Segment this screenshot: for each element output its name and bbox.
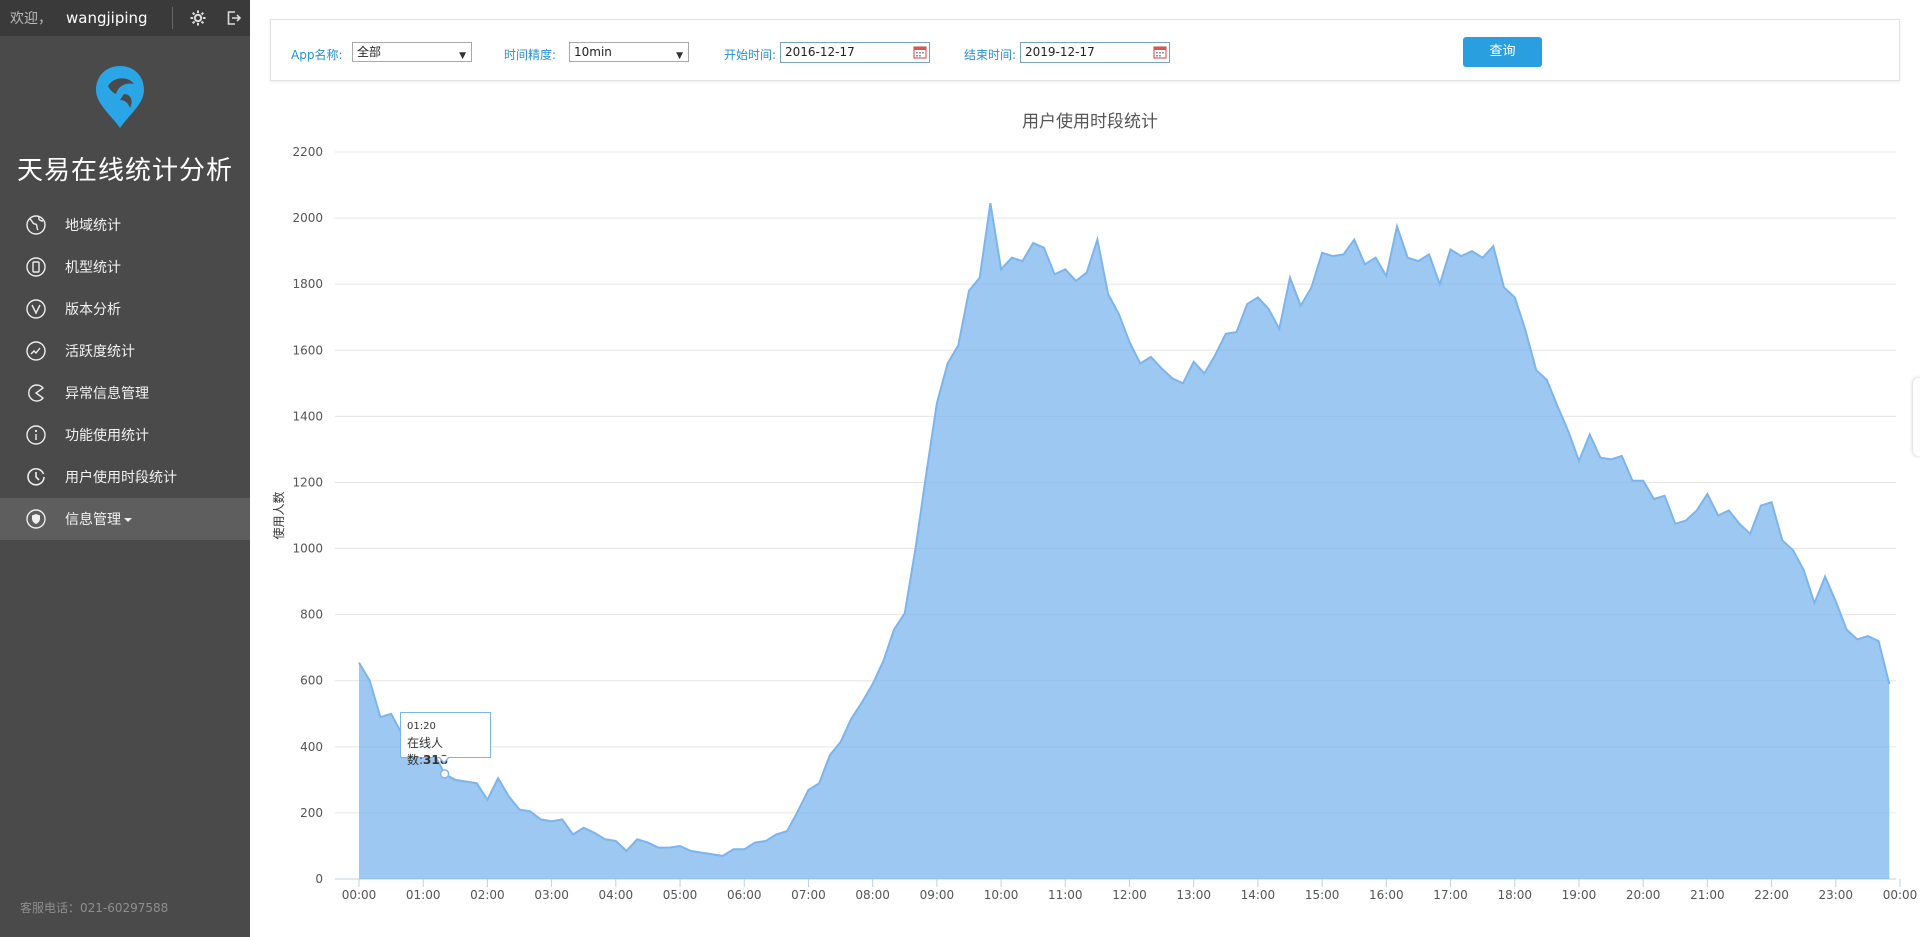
x-tick-label: 09:00 xyxy=(920,888,955,902)
x-tick-label: 00:00 xyxy=(1883,888,1918,902)
x-tick-label: 04:00 xyxy=(599,888,634,902)
x-tick-label: 01:00 xyxy=(406,888,441,902)
x-tick-label: 07:00 xyxy=(791,888,826,902)
y-tick-label: 0 xyxy=(315,872,323,886)
x-tick-label: 05:00 xyxy=(663,888,698,902)
x-tick-label: 14:00 xyxy=(1241,888,1276,902)
x-tick-label: 23:00 xyxy=(1818,888,1853,902)
y-tick-label: 400 xyxy=(300,740,323,754)
x-tick-label: 12:00 xyxy=(1112,888,1147,902)
x-tick-label: 16:00 xyxy=(1369,888,1404,902)
x-tick-label: 20:00 xyxy=(1626,888,1661,902)
usage-area-chart: 0 200 400 600 800 1000 1200 1400 1600 1800 2000 220… xyxy=(271,145,1918,902)
x-tick-label: 02:00 xyxy=(470,888,505,902)
y-tick-label: 600 xyxy=(300,674,323,688)
y-tick-label: 800 xyxy=(300,608,323,622)
y-tick-label: 1600 xyxy=(292,343,323,357)
x-tick-label: 11:00 xyxy=(1048,888,1083,902)
x-tick-label: 22:00 xyxy=(1754,888,1789,902)
y-tick-label: 1000 xyxy=(292,542,323,556)
y-tick-label: 1200 xyxy=(292,475,323,489)
x-tick-label: 19:00 xyxy=(1562,888,1597,902)
y-axis-label: 使用人数 xyxy=(271,491,286,539)
tooltip-time: 01:20 xyxy=(407,721,436,732)
x-tick-label: 00:00 xyxy=(342,888,377,902)
y-tick-label: 1400 xyxy=(292,409,323,423)
tooltip-pointer-inner xyxy=(439,756,449,762)
y-tick-label: 200 xyxy=(300,806,323,820)
y-tick-label: 2200 xyxy=(292,145,323,159)
y-tick-label: 2000 xyxy=(292,211,323,225)
x-tick-label: 13:00 xyxy=(1176,888,1211,902)
y-tick-label: 1800 xyxy=(292,277,323,291)
series-area xyxy=(359,203,1890,879)
x-tick-label: 18:00 xyxy=(1497,888,1532,902)
chart-tooltip: 01:20 在线人数:318 xyxy=(400,712,491,767)
x-tick-label: 10:00 xyxy=(984,888,1019,902)
x-tick-label: 06:00 xyxy=(727,888,762,902)
x-tick-label: 21:00 xyxy=(1690,888,1725,902)
x-tick-label: 15:00 xyxy=(1305,888,1340,902)
x-tick-label: 08:00 xyxy=(855,888,890,902)
hover-point xyxy=(439,769,450,779)
x-tick-label: 17:00 xyxy=(1433,888,1468,902)
x-tick-label: 03:00 xyxy=(534,888,569,902)
side-scroll-handle[interactable] xyxy=(1913,378,1920,456)
